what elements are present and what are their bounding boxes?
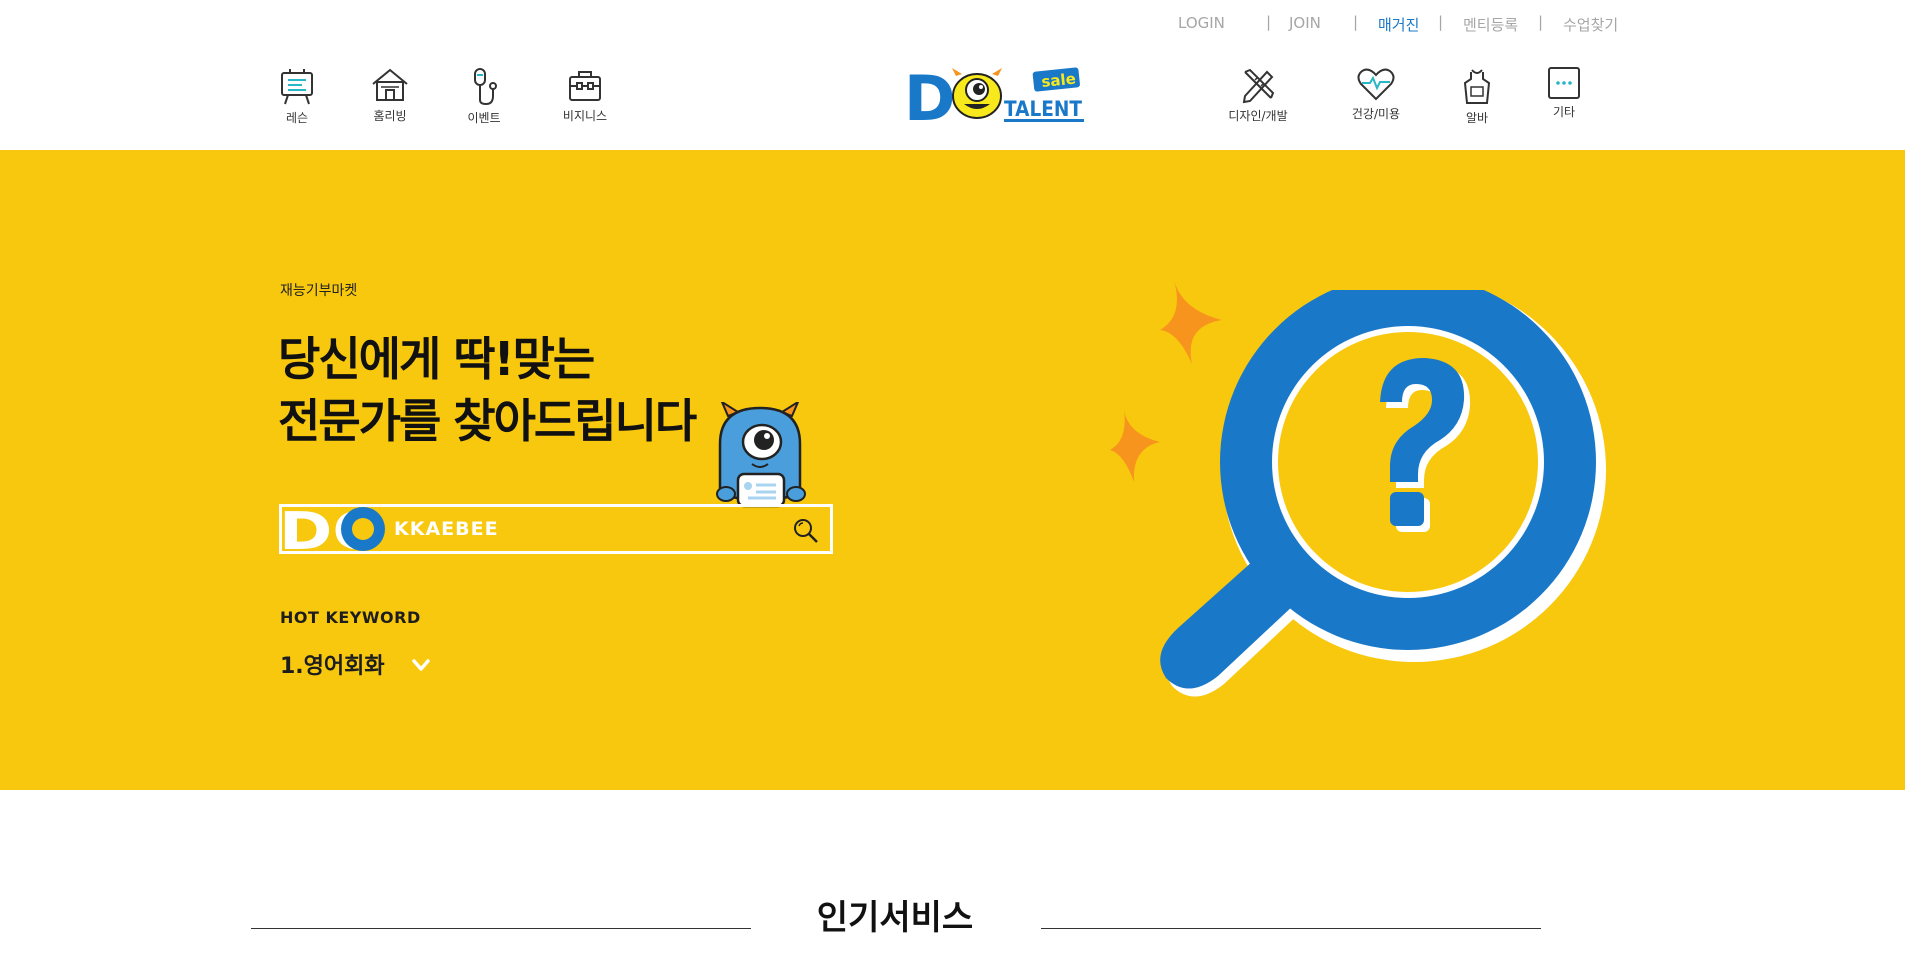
briefcase-icon [569, 71, 601, 101]
microphone-icon [474, 68, 497, 106]
category-lesson[interactable]: 레슨 [257, 66, 337, 126]
hot-keyword-item[interactable]: 1.영어회화 [280, 648, 385, 680]
category-health-beauty[interactable]: 건강/미용 [1336, 66, 1416, 122]
mentor-register-link[interactable]: 멘티등록 [1463, 14, 1518, 34]
category-label: 디자인/개발 [1228, 109, 1288, 123]
category-etc[interactable]: 기타 [1524, 66, 1604, 120]
find-class-link[interactable]: 수업찾기 [1563, 14, 1618, 34]
apron-icon [1463, 69, 1491, 104]
logo-tag: sale [1041, 70, 1077, 91]
hero-title-line: 전문가를 찾아드립니다 [278, 394, 697, 448]
hot-keyword-label: HOT KEYWORD [280, 608, 421, 627]
separator: | [1538, 13, 1544, 31]
heart-pulse-icon [1357, 68, 1395, 101]
sale-tag-icon: sale [1032, 67, 1080, 92]
category-parttime[interactable]: 알바 [1437, 66, 1517, 126]
hero-title: 당신에게 딱!맞는 전문가를 찾아드립니다 [278, 328, 697, 452]
category-label: 홈리빙 [373, 109, 407, 123]
site-logo[interactable]: D sale TALENT [904, 62, 1084, 135]
join-link[interactable]: JOIN [1289, 14, 1321, 34]
search-icon[interactable] [792, 517, 820, 545]
search-input[interactable] [394, 513, 754, 545]
category-label: 레슨 [285, 111, 309, 125]
category-label: 이벤트 [467, 111, 501, 125]
magazine-link[interactable]: 매거진 [1378, 14, 1419, 34]
category-label: 비지니스 [562, 109, 608, 123]
separator: | [1353, 13, 1359, 31]
section-title: 인기서비스 [816, 898, 974, 938]
hero-title-line: 당신에게 딱!맞는 [278, 332, 595, 386]
category-label: 건강/미용 [1351, 107, 1401, 121]
hero-banner: 재능기부마켓 당신에게 딱!맞는 전문가를 찾아드립니다 DO KKAEBEE … [0, 150, 1905, 790]
separator: | [1438, 13, 1444, 31]
magnifier-question-icon [1160, 290, 1606, 697]
logo-letter: D [906, 66, 955, 124]
page: LOGIN | JOIN | 매거진 | 멘티등록 | 수업찾기 레슨 홈리빙 [0, 0, 1905, 962]
category-label: 기타 [1552, 105, 1576, 119]
hero-eyebrow: 재능기부마켓 [280, 283, 358, 299]
search-brand-logo: DO [279, 504, 387, 554]
search-box[interactable]: DO [279, 504, 833, 554]
logo-word: TALENT [1004, 97, 1083, 121]
monster-mascot-icon [716, 402, 806, 508]
pencil-ruler-icon [1242, 68, 1275, 104]
category-event[interactable]: 이벤트 [444, 66, 524, 126]
category-home-living[interactable]: 홈리빙 [350, 66, 430, 124]
separator: | [1266, 13, 1272, 31]
easel-icon [281, 69, 313, 105]
more-icon [1548, 67, 1580, 99]
category-design-dev[interactable]: 디자인/개발 [1218, 66, 1298, 124]
monster-mascot-icon [952, 68, 1002, 119]
category-label: 알바 [1465, 111, 1489, 125]
login-link[interactable]: LOGIN [1178, 14, 1225, 34]
house-icon [372, 68, 408, 101]
category-business[interactable]: 비지니스 [545, 66, 625, 124]
chevron-down-icon[interactable] [410, 654, 432, 676]
